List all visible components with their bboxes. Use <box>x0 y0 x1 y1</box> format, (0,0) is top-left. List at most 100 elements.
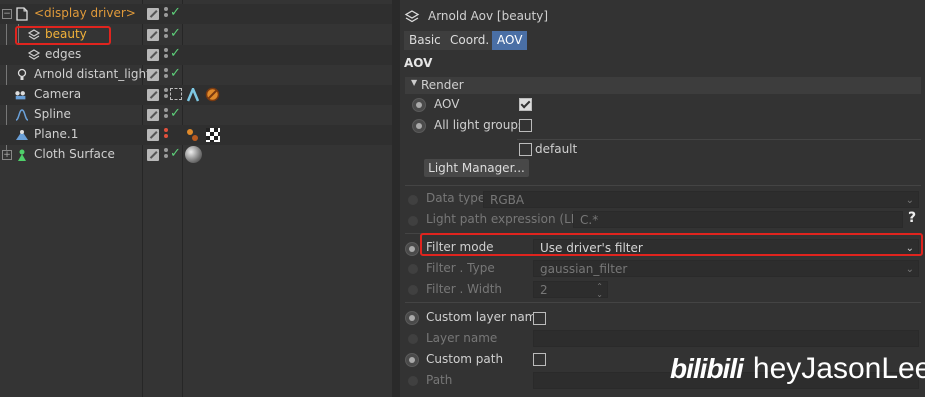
panel-divider[interactable] <box>392 0 400 397</box>
visibility-dots-icon[interactable] <box>164 68 168 82</box>
checker-texture-tag-icon[interactable] <box>206 128 220 142</box>
visibility-dots-icon[interactable] <box>164 108 168 122</box>
outliner-row-plane[interactable]: Plane.1 <box>0 125 392 145</box>
outliner-row-camera[interactable]: Camera <box>0 85 392 105</box>
group-title: Render <box>421 78 464 92</box>
enabled-check-icon[interactable]: ✓ <box>170 5 181 20</box>
outliner-row-edges[interactable]: edges ✓ <box>0 45 392 65</box>
chevron-down-icon: ⌄ <box>905 195 914 206</box>
visibility-dots-icon[interactable] <box>164 48 168 62</box>
animate-radio-icon[interactable] <box>408 195 418 205</box>
edit-toggle-icon[interactable] <box>147 29 159 41</box>
filter-width-value: 2 <box>540 283 548 297</box>
separator <box>405 302 921 303</box>
aov-layer-icon <box>27 49 41 60</box>
enabled-check-icon[interactable]: ✓ <box>170 146 181 161</box>
animate-radio-icon[interactable] <box>408 285 418 295</box>
default-label: default <box>535 142 578 156</box>
animate-radio-icon[interactable] <box>412 98 426 112</box>
animate-radio-icon[interactable] <box>405 242 419 256</box>
tab-basic[interactable]: Basic <box>404 31 446 50</box>
outliner-item-name[interactable]: Plane.1 <box>34 127 78 141</box>
lpe-value: C.* <box>580 213 599 227</box>
help-icon[interactable]: ? <box>908 210 916 226</box>
edit-toggle-icon[interactable] <box>147 109 159 121</box>
all-light-groups-checkbox[interactable] <box>519 119 532 132</box>
animate-radio-icon[interactable] <box>412 119 426 133</box>
collapse-triangle-icon[interactable]: ▼ <box>411 78 417 87</box>
outliner-item-name[interactable]: Camera <box>34 87 81 101</box>
outliner-row-display-driver[interactable]: − <display driver> ✓ <box>0 4 392 24</box>
render-group-header[interactable]: ▼ Render <box>405 77 921 94</box>
edit-toggle-icon[interactable] <box>147 89 159 101</box>
outliner-row-arnold-distant-light[interactable]: Arnold distant_light ✓ <box>0 65 392 85</box>
visibility-dots-icon[interactable] <box>164 148 168 162</box>
aov-checkbox[interactable] <box>519 98 532 111</box>
visibility-dots-icon[interactable] <box>164 128 168 142</box>
path-label: Path <box>426 373 453 387</box>
outliner-row-spline[interactable]: Spline ✓ <box>0 105 392 125</box>
data-type-label: Data type <box>426 191 486 205</box>
animate-radio-icon[interactable] <box>408 376 418 386</box>
filter-type-value: gaussian_filter <box>540 262 628 276</box>
filter-type-select[interactable]: gaussian_filter ⌄ <box>533 260 919 277</box>
animate-radio-icon[interactable] <box>405 353 419 367</box>
animate-radio-icon[interactable] <box>405 311 419 325</box>
stepper-arrows-icon[interactable]: ⌃ ⌄ <box>596 283 603 299</box>
enabled-check-icon[interactable]: ✓ <box>170 66 181 81</box>
object-manager: − <display driver> ✓ beauty ✓ edges ✓ Ar… <box>0 0 392 397</box>
material-tag-icon[interactable] <box>186 128 200 142</box>
bilibili-watermark: bilibili heyJasonLee <box>670 352 925 386</box>
aov-label: AOV <box>434 97 460 111</box>
highlight-box <box>15 26 111 45</box>
watermark-username: heyJasonLee <box>752 352 925 385</box>
outliner-item-name[interactable]: edges <box>45 47 81 61</box>
outliner-item-name[interactable]: <display driver> <box>34 6 136 20</box>
material-sphere-icon[interactable] <box>185 146 202 163</box>
spline-icon <box>15 109 29 121</box>
outliner-item-name[interactable]: Arnold distant_light <box>34 67 151 81</box>
expand-toggle-icon[interactable]: + <box>2 150 12 160</box>
object-title: Arnold Aov [beauty] <box>428 9 549 23</box>
custom-layer-name-checkbox[interactable] <box>533 312 546 325</box>
edit-toggle-icon[interactable] <box>147 129 159 141</box>
filter-type-label: Filter . Type <box>426 261 495 275</box>
edit-toggle-icon[interactable] <box>147 49 159 61</box>
visibility-dots-icon[interactable] <box>164 7 168 21</box>
arnold-tag-icon[interactable] <box>186 88 200 102</box>
outliner-item-name[interactable]: Spline <box>34 107 71 121</box>
data-type-select[interactable]: RGBA ⌄ <box>483 191 919 208</box>
enabled-check-icon[interactable]: ✓ <box>170 26 181 41</box>
animate-radio-icon[interactable] <box>408 264 418 274</box>
edit-toggle-icon[interactable] <box>147 8 159 20</box>
data-type-value: RGBA <box>490 193 525 207</box>
outliner-item-name[interactable]: Cloth Surface <box>34 147 115 161</box>
chevron-down-icon: ⌄ <box>905 264 914 275</box>
visibility-dots-icon[interactable] <box>164 28 168 42</box>
protection-tag-icon[interactable] <box>205 87 220 102</box>
enabled-check-icon[interactable]: ✓ <box>170 106 181 121</box>
light-manager-button[interactable]: Light Manager... <box>424 159 529 177</box>
lpe-input[interactable]: C.* <box>573 211 903 228</box>
edit-toggle-icon[interactable] <box>147 69 159 81</box>
animate-radio-icon[interactable] <box>408 334 418 344</box>
filter-width-stepper[interactable]: 2 ⌃ ⌄ <box>533 281 608 299</box>
camera-target-icon[interactable] <box>170 88 182 100</box>
camera-icon <box>15 91 26 100</box>
animate-radio-icon[interactable] <box>408 216 418 226</box>
highlight-box <box>420 233 923 256</box>
enabled-check-icon[interactable]: ✓ <box>170 46 181 61</box>
collapse-toggle-icon[interactable]: − <box>2 9 12 19</box>
tab-aov[interactable]: AOV <box>492 31 528 50</box>
plane-icon <box>16 130 28 140</box>
custom-layer-name-label: Custom layer name <box>426 310 544 324</box>
visibility-dots-icon[interactable] <box>164 88 168 102</box>
custom-path-checkbox[interactable] <box>533 353 546 366</box>
outliner-row-cloth-surface[interactable]: + Cloth Surface ✓ <box>0 145 392 165</box>
attribute-manager: Arnold Aov [beauty] Basic Coord. AOV AOV… <box>400 0 925 397</box>
edit-toggle-icon[interactable] <box>147 149 159 161</box>
layer-name-input[interactable] <box>533 330 919 347</box>
filter-width-label: Filter . Width <box>426 282 503 296</box>
default-checkbox[interactable] <box>519 143 532 156</box>
tab-coord[interactable]: Coord. <box>445 31 495 50</box>
